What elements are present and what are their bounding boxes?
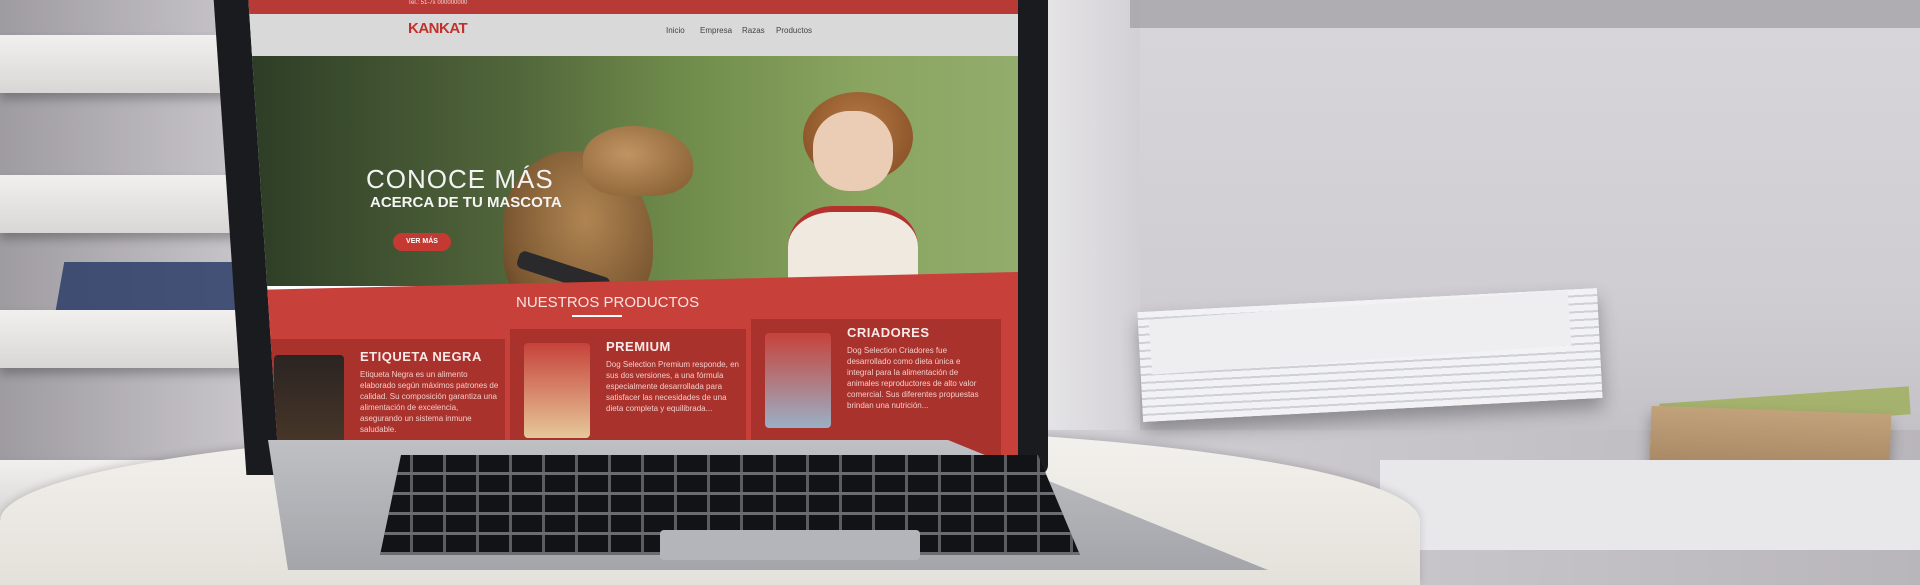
laptop-trackpad	[660, 530, 920, 560]
product-bag-image	[524, 343, 590, 438]
product-description: Dog Selection Criadores fue desarrollado…	[847, 346, 979, 410]
product-title: ETIQUETA NEGRA	[360, 349, 482, 364]
nav-item-inicio[interactable]: Inicio	[666, 26, 685, 35]
rack-slat	[0, 35, 250, 93]
background-book	[55, 262, 255, 310]
product-description: Etiqueta Negra es un alimento elaborado …	[360, 370, 499, 434]
products-title: NUESTROS PRODUCTOS	[516, 294, 700, 311]
nav-item-productos[interactable]: Productos	[776, 26, 812, 35]
background-shelf	[1130, 0, 1920, 28]
nav-item-razas[interactable]: Razas	[742, 26, 765, 35]
hero-subtitle: ACERCA DE TU MASCOTA	[370, 194, 562, 211]
site-topbar: Tel.: 51-7x 000000000	[248, 0, 1018, 14]
rack-slat	[0, 175, 250, 233]
product-description: Dog Selection Premium responde, en sus d…	[606, 360, 739, 413]
laptop-screen: Tel.: 51-7x 000000000 KANKAT Inicio Empr…	[248, 0, 1018, 464]
background-floor	[1380, 460, 1920, 550]
topbar-contact: Tel.: 51-7x 000000000	[408, 0, 468, 6]
product-title: PREMIUM	[606, 339, 671, 354]
child-face-image	[813, 111, 893, 191]
ver-mas-button[interactable]: VER MÁS	[393, 233, 451, 251]
background-door-frame	[1040, 0, 1140, 430]
products-title-underline	[572, 315, 622, 317]
site-navbar: KANKAT Inicio Empresa Razas Productos	[248, 14, 1018, 56]
nav-item-empresa[interactable]: Empresa	[700, 26, 732, 35]
product-title: CRIADORES	[847, 325, 930, 340]
product-card-criadores[interactable]: CRIADORES Dog Selection Criadores fue de…	[751, 319, 1001, 459]
dog-head-image	[583, 126, 693, 196]
site-logo[interactable]: KANKAT	[408, 20, 468, 37]
product-card-premium[interactable]: PREMIUM Dog Selection Premium responde, …	[510, 329, 746, 459]
hero-title: CONOCE MÁS	[366, 164, 554, 194]
hero-banner: CONOCE MÁS ACERCA DE TU MASCOTA VER MÁS	[248, 56, 1018, 322]
rack-slat	[0, 310, 250, 368]
product-bag-image	[765, 333, 831, 428]
